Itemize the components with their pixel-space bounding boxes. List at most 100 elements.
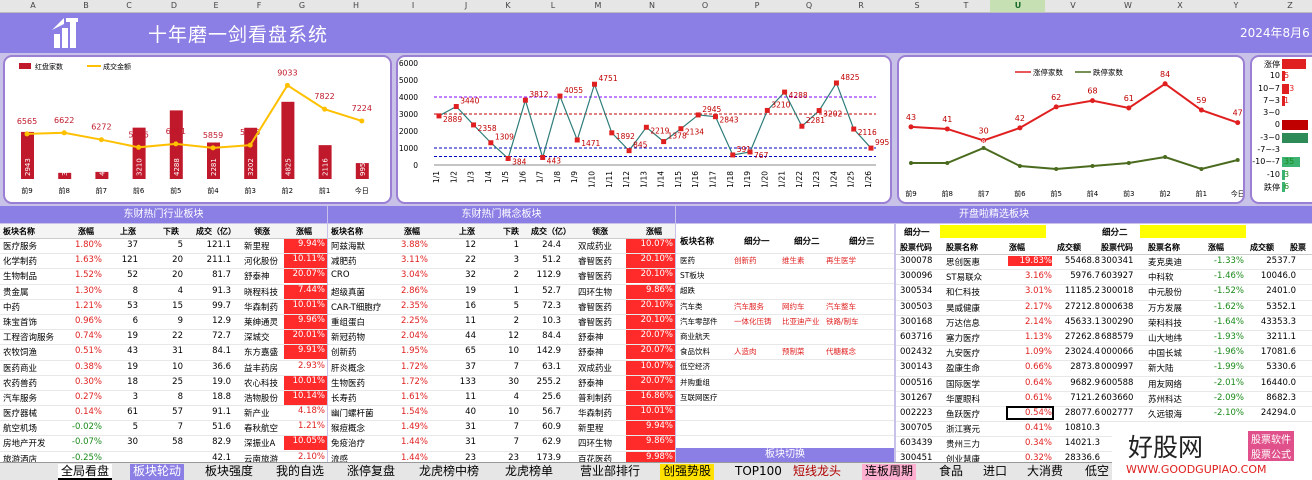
table-row[interactable]: 300168 万达信息 2.14% 45633.1 300290 荣科科技 -1.64% 43…: [896, 316, 1312, 331]
sheet-tab[interactable]: 低空: [1082, 464, 1112, 480]
table-row[interactable]: [676, 406, 894, 422]
table-row[interactable]: 生物制品 1.52% 52 20 81.7 舒泰神 20.07%: [0, 269, 327, 285]
table-row[interactable]: 300143 盈康生命 0.66% 2873.8 000997 新大陆 -1.99% 5330…: [896, 361, 1312, 377]
table-row[interactable]: ST板块: [676, 269, 894, 285]
distribution-value: 35: [1284, 157, 1295, 167]
table-row[interactable]: 300096 ST易联众 3.16% 5976.7 603927 中科软 -1.46% 100…: [896, 270, 1312, 286]
table-row[interactable]: 生物医药 1.72% 133 30 255.2 舒泰神 20.07%: [328, 375, 675, 391]
column-label[interactable]: A: [30, 1, 35, 10]
table-row[interactable]: 超跌: [676, 284, 894, 300]
sheet-tab[interactable]: 创强势股: [660, 464, 715, 480]
table-row[interactable]: 300078 思创医惠 19.83% 55468.8 300341 麦克奥迪 -1.33% 2…: [896, 255, 1312, 271]
column-label[interactable]: O: [702, 1, 708, 10]
sheet-tab[interactable]: 龙虎榜单: [502, 464, 556, 480]
sheet-tab[interactable]: 进口: [980, 464, 1010, 480]
table-row[interactable]: 房地产开发 -0.07% 30 58 82.9 深振业A 10.05%: [0, 436, 327, 452]
table-row[interactable]: 000516 国际医学 0.64% 9682.9 600588 用友网络 -2.01% 164…: [896, 377, 1312, 392]
column-label[interactable]: E: [213, 1, 218, 10]
table-row[interactable]: 珠宝首饰 0.96% 6 9 12.9 莱绅通灵 9.96%: [0, 314, 327, 331]
column-label[interactable]: U: [1015, 1, 1022, 10]
column-label[interactable]: V: [1070, 1, 1075, 10]
table-row[interactable]: 农牧饲渔 0.51% 43 31 84.1 东方嘉盛 9.91%: [0, 345, 327, 361]
table-row[interactable]: 肝炎概念 1.72% 37 7 63.1 双成药业 10.07%: [328, 360, 675, 376]
sheet-tab[interactable]: 食品: [936, 464, 966, 480]
column-label[interactable]: B: [83, 1, 89, 10]
table-row[interactable]: 002223 鱼跃医疗 0.54% 28077.6 002777 久远银海 -2.10% 24…: [896, 405, 1312, 423]
sheet-tab[interactable]: 大消费: [1024, 464, 1066, 480]
table-row[interactable]: 汽车零部件 一体化压铸 比亚迪产业 铁路/制车: [676, 315, 894, 330]
table-row[interactable]: 603716 塞力医疗 1.13% 27262.8 688579 山大地纬 -1.93% 32…: [896, 331, 1312, 347]
table-row[interactable]: 低空经济: [676, 360, 894, 376]
sheet-tab[interactable]: 连板周期: [862, 464, 917, 480]
table-cell: 255.2: [536, 376, 561, 387]
table-row[interactable]: 贵金属 1.30% 8 4 91.3 晓程科技 7.44%: [0, 284, 327, 300]
table-row[interactable]: 减肥药 3.11% 22 3 51.2 睿智医药 20.10%: [328, 254, 675, 270]
sheet-tab[interactable]: 营业部排行: [577, 464, 643, 480]
table-row[interactable]: 医药 创新药 维生素 再生医学: [676, 254, 894, 270]
down-point: [1126, 161, 1131, 165]
column-label[interactable]: C: [126, 1, 132, 10]
table-row[interactable]: 互联网医疗: [676, 391, 894, 406]
column-label[interactable]: J: [465, 1, 467, 10]
sheet-tab[interactable]: 我的自选: [273, 464, 327, 480]
table-row[interactable]: 汽车服务 0.27% 3 8 18.8 浩物股份 10.14%: [0, 390, 327, 407]
table-row[interactable]: 300534 和仁科技 3.01% 11185.2 300018 中元股份 -1.52% 24…: [896, 285, 1312, 301]
table-row[interactable]: 医疗服务 1.80% 37 5 121.1 新里程 9.94%: [0, 239, 327, 255]
sheet-tab[interactable]: TOP100: [732, 464, 785, 480]
table-row[interactable]: 工程咨询服务 0.74% 19 22 72.7 深城交 20.01%: [0, 330, 327, 346]
table-row[interactable]: [676, 421, 894, 437]
column-label[interactable]: D: [171, 1, 177, 10]
column-label[interactable]: H: [353, 1, 359, 10]
sector-switch-button[interactable]: 板块切换: [676, 448, 894, 462]
table-row[interactable]: 创新药 1.95% 65 10 142.9 舒泰神 20.07%: [328, 345, 675, 361]
watermark-tag: 股票公式: [1248, 446, 1294, 461]
column-label[interactable]: Z: [1287, 1, 1292, 10]
table-row[interactable]: 中药 1.21% 53 15 99.7 华森制药 10.01%: [0, 299, 327, 315]
table-row[interactable]: 300503 昊威健康 2.17% 27212.8 000638 万方发展 -1.62% 53…: [896, 301, 1312, 316]
table-row[interactable]: 免疫治疗 1.44% 31 7 62.9 四环生物 9.86%: [328, 436, 675, 452]
table-row[interactable]: 超级真菌 2.86% 19 1 52.7 四环生物 9.86%: [328, 284, 675, 300]
column-label[interactable]: W: [1124, 1, 1132, 10]
table-row[interactable]: 汽车类 汽车服务 网约车 汽车整车: [676, 300, 894, 315]
table-row[interactable]: 农药兽药 0.30% 18 25 19.0 农心科技 10.01%: [0, 375, 327, 391]
table-row[interactable]: 长寿药 1.61% 11 4 25.6 普利制药 16.86%: [328, 390, 675, 407]
column-label[interactable]: L: [551, 1, 555, 10]
table-row[interactable]: 猴痘概念 1.49% 31 7 60.9 新里程 9.94%: [328, 421, 675, 437]
table-row[interactable]: CAR-T细胞疗 2.35% 16 5 72.3 睿智医药 20.10%: [328, 299, 675, 315]
table-row[interactable]: 新冠药物 2.04% 44 12 84.4 舒泰神 20.07%: [328, 330, 675, 346]
column-label[interactable]: M: [595, 1, 602, 10]
column-label[interactable]: I: [412, 1, 414, 10]
column-label[interactable]: F: [257, 1, 262, 10]
column-label[interactable]: S: [914, 1, 919, 10]
table-row[interactable]: 化学制药 1.63% 121 20 211.1 河化股份 10.11%: [0, 254, 327, 270]
column-label[interactable]: Y: [1234, 1, 1239, 10]
column-label[interactable]: N: [649, 1, 655, 10]
table-row[interactable]: 航空机场 -0.02% 5 7 51.6 春秋航空 1.21%: [0, 421, 327, 437]
column-label[interactable]: G: [299, 1, 305, 10]
table-row[interactable]: 食品饮料 人造肉 预制菜 代糖概念: [676, 345, 894, 361]
table-row[interactable]: CRO 3.04% 32 2 112.9 睿智医药 20.10%: [328, 269, 675, 285]
sheet-tab[interactable]: 龙虎榜中榜: [416, 464, 482, 480]
column-label[interactable]: K: [505, 1, 510, 10]
table-row[interactable]: 301267 华厦眼科 0.61% 7121.2 603660 苏州科达 -2.09% 868…: [896, 392, 1312, 407]
sheet-tab[interactable]: 板块轮动: [130, 464, 185, 480]
table-row[interactable]: 幽门螺杆菌 1.54% 40 10 56.7 华森制药 10.01%: [328, 406, 675, 422]
table-row[interactable]: 阿兹海默 3.88% 12 1 24.4 双成药业 10.07%: [328, 239, 675, 255]
column-label[interactable]: R: [858, 1, 864, 10]
table-cell: 猴痘概念: [331, 424, 366, 435]
table-row[interactable]: 医药商业 0.38% 19 10 36.6 益丰药房 2.93%: [0, 360, 327, 376]
column-label[interactable]: X: [1177, 1, 1182, 10]
table-row[interactable]: 重组蛋白 2.25% 11 2 10.3 睿智医药 20.10%: [328, 314, 675, 331]
column-label[interactable]: Q: [806, 1, 812, 10]
sheet-tab[interactable]: 全局看盘: [58, 464, 113, 480]
sheet-tab[interactable]: 涨停复盘: [344, 464, 398, 480]
table-cell: 食品饮料: [680, 347, 710, 357]
sheet-tab[interactable]: 短线龙头: [790, 464, 844, 480]
column-label[interactable]: T: [964, 1, 969, 10]
table-row[interactable]: 002432 九安医疗 1.09% 23024.4 000066 中国长城 -1.96% 17…: [896, 346, 1312, 362]
column-label[interactable]: P: [755, 1, 760, 10]
table-row[interactable]: 医疗器械 0.14% 61 57 91.1 新产业 4.18%: [0, 406, 327, 422]
table-row[interactable]: 商业航天: [676, 330, 894, 346]
table-row[interactable]: 并购重组: [676, 376, 894, 391]
sheet-tab[interactable]: 板块强度: [202, 464, 256, 480]
